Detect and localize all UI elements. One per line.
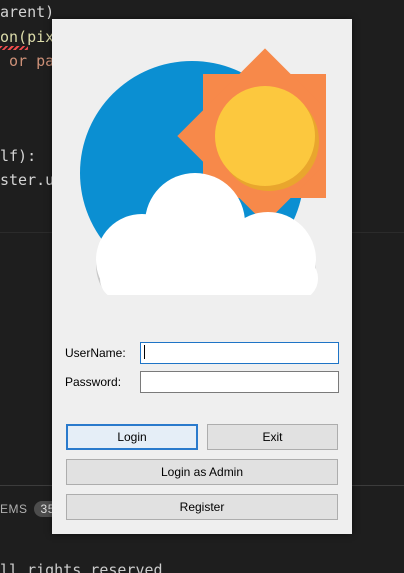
text-caret xyxy=(144,345,145,359)
code-line: on(pix xyxy=(0,28,55,46)
password-row: Password: xyxy=(65,371,339,393)
code-line: ster.u xyxy=(0,171,55,189)
username-input[interactable] xyxy=(140,342,339,364)
screen: arent) on(pix or pa lf): ster.u EMS 35 l… xyxy=(0,0,404,573)
password-input[interactable] xyxy=(140,371,339,393)
code-line: or pa xyxy=(0,52,55,70)
password-label: Password: xyxy=(65,375,122,389)
login-dialog: UserName: Password: Login Exit Login as … xyxy=(52,19,352,534)
login-as-admin-button[interactable]: Login as Admin xyxy=(66,459,338,485)
register-button[interactable]: Register xyxy=(66,494,338,520)
error-squiggle xyxy=(0,46,28,50)
login-button[interactable]: Login xyxy=(66,424,198,450)
exit-button[interactable]: Exit xyxy=(207,424,338,450)
problems-label: EMS xyxy=(0,502,28,516)
username-label: UserName: xyxy=(65,346,126,360)
partly-cloudy-weather-icon xyxy=(80,48,326,295)
code-line: arent) xyxy=(0,3,55,21)
code-line: lf): xyxy=(0,147,37,165)
terminal-output: ll rights reserved xyxy=(0,561,163,573)
username-wrap xyxy=(140,342,339,364)
username-row: UserName: xyxy=(65,342,339,364)
